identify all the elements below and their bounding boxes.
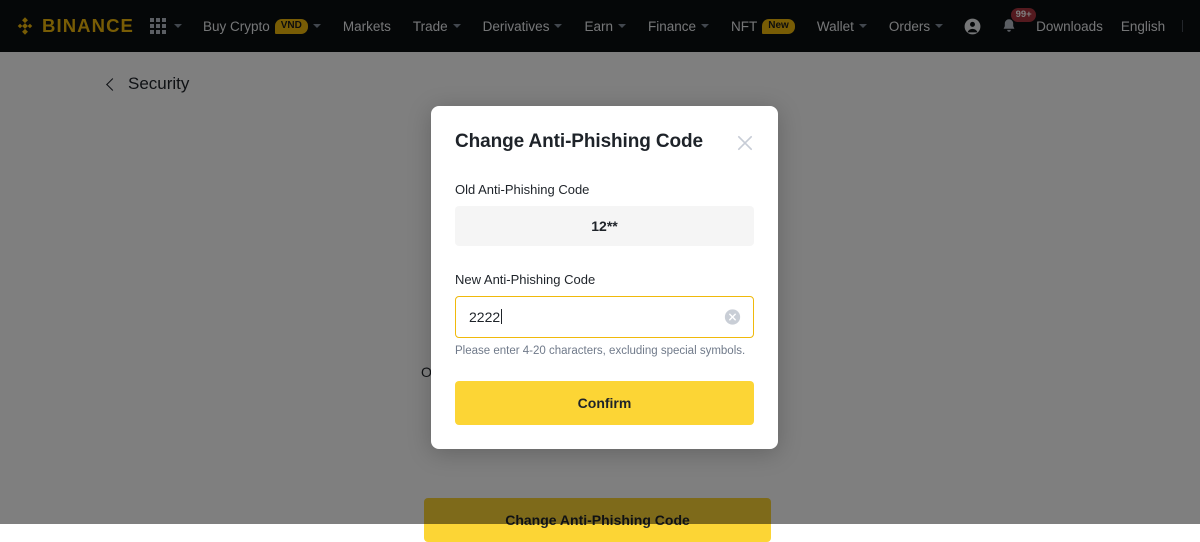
change-anti-phishing-code-modal: Change Anti-Phishing Code Old Anti-Phish… [431, 106, 778, 449]
clear-circle-icon[interactable] [724, 308, 741, 325]
close-icon[interactable] [736, 134, 754, 152]
new-code-input-value-wrap: 2222 [469, 308, 503, 325]
modal-header: Change Anti-Phishing Code [455, 130, 754, 154]
confirm-button[interactable]: Confirm [455, 380, 754, 425]
new-code-input-value: 2222 [469, 308, 501, 325]
old-code-value: 12** [455, 205, 754, 246]
new-code-label: New Anti-Phishing Code [455, 271, 596, 287]
new-code-hint: Please enter 4-20 characters, excluding … [455, 344, 746, 357]
new-code-input[interactable]: 2222 [455, 295, 754, 338]
text-cursor [501, 309, 503, 325]
modal-title: Change Anti-Phishing Code [455, 131, 704, 152]
old-code-label: Old Anti-Phishing Code [455, 181, 590, 197]
